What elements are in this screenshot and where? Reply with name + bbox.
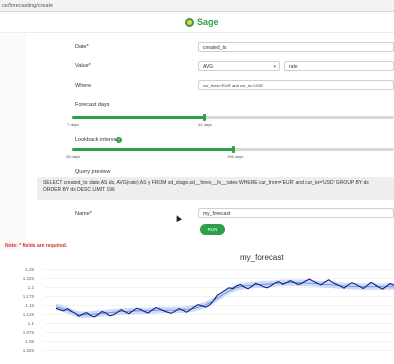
where-input[interactable]: cur_from='EUR' and cur_to='USD'	[198, 80, 394, 90]
browser-url-bar[interactable]: ce/forecasting/create	[0, 0, 394, 12]
y-tick-label: 1.05	[25, 339, 34, 344]
query-preview-label: Query preview	[75, 169, 111, 175]
chart-title: my_forecast	[240, 253, 284, 262]
y-tick-label: 1.1	[28, 321, 35, 326]
value-label: Value*	[75, 63, 91, 69]
app-header: Sage	[0, 12, 394, 33]
lookback-interval-slider-fill	[72, 148, 233, 151]
y-tick-label: 1.125	[23, 312, 35, 317]
forecast-days-slider-fill	[72, 116, 205, 119]
sage-logo-icon	[185, 17, 194, 27]
query-preview-box: SELECT created_ts::date AS ds, AVG(rate)…	[37, 177, 394, 200]
column-select[interactable]: rate	[284, 61, 394, 71]
forecast-days-label: Forecast days	[75, 102, 110, 108]
forecast-chart: 1.25 1.225 1.2 1.175 1.15 1.125 1.1 1.075 1.05 1.…	[0, 250, 394, 359]
lookback-interval-label: Lookback interval	[75, 137, 118, 143]
date-label: Date*	[75, 44, 89, 50]
forecast-days-slider[interactable]	[72, 114, 394, 121]
y-tick-label: 1.25	[25, 267, 34, 272]
column-select-value: rate	[289, 64, 298, 70]
lookback-interval-slider[interactable]	[72, 146, 394, 153]
forecast-name-input-value: my_forecast	[203, 211, 231, 217]
y-tick-label: 1.15	[25, 303, 34, 308]
y-tick-label: 1.075	[23, 330, 35, 335]
lookback-interval-slider-thumb[interactable]	[231, 146, 235, 153]
required-fields-note: Note: * fields are required.	[5, 243, 68, 249]
sidebar	[0, 33, 27, 263]
y-tick-label: 1.2	[28, 285, 35, 290]
y-tick-label: 1.225	[23, 276, 35, 281]
y-tick-label: 1.175	[23, 294, 35, 299]
aggregation-select-value: AVG	[203, 64, 214, 70]
lookback-interval-min: 28 days	[66, 154, 81, 159]
date-select[interactable]: created_ts	[198, 42, 394, 52]
chevron-down-icon: ▾	[273, 64, 276, 70]
forecast-days-value: 42 days	[198, 122, 213, 127]
y-tick-label: 1.025	[23, 348, 35, 353]
forecast-days-slider-thumb[interactable]	[202, 114, 206, 121]
forecast-chart-svg: 1.25 1.225 1.2 1.175 1.15 1.125 1.1 1.075 1.05 1.…	[23, 267, 394, 353]
app-name: Sage	[197, 16, 219, 27]
run-button[interactable]: RUN	[200, 224, 225, 235]
forecast-name-input[interactable]: my_forecast	[198, 208, 394, 218]
where-label: Where	[75, 83, 92, 89]
aggregation-select[interactable]: AVG ▾	[198, 61, 280, 71]
query-preview-text: SELECT created_ts::date AS ds, AVG(rate)…	[43, 180, 369, 193]
where-input-value: cur_from='EUR' and cur_to='USD'	[203, 83, 264, 88]
forecast-uncertainty-band	[56, 279, 394, 318]
forecast-days-min: 7 days	[67, 122, 79, 127]
url-text: ce/forecasting/create	[2, 3, 54, 9]
lookback-interval-value: 196 days	[227, 154, 244, 159]
name-label: Name*	[75, 211, 92, 217]
help-icon[interactable]: ?	[116, 137, 122, 143]
app-logo[interactable]: Sage	[185, 15, 219, 29]
date-select-value: created_ts	[203, 45, 227, 51]
